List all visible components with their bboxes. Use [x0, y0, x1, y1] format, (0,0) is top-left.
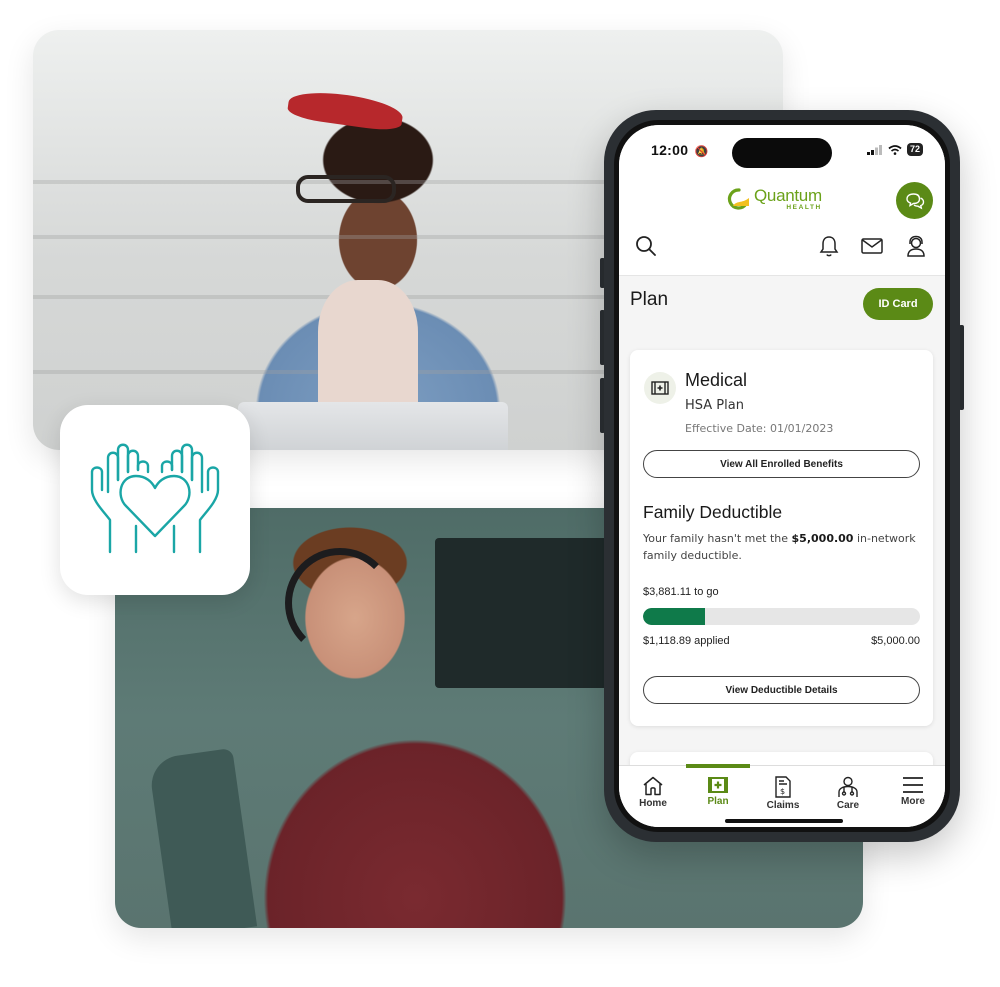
time-text: 12:00 [651, 142, 689, 158]
status-time: 12:00 🔕 [651, 142, 709, 158]
phone-screen: 12:00 🔕 72 Quantum HEALTH Plan ID Card M… [619, 125, 945, 827]
laptop [238, 402, 508, 450]
deductible-remaining: $3,881.11 to go [643, 586, 719, 598]
medical-plan-card: Medical HSA Plan Effective Date: 01/01/2… [630, 350, 933, 726]
headband [286, 87, 405, 133]
tab-claims[interactable]: $ Claims [751, 766, 815, 816]
app-header: Quantum HEALTH [619, 173, 945, 276]
care-team-icon [838, 776, 858, 797]
hamburger-menu-icon [903, 777, 923, 793]
tab-label: More [901, 796, 925, 807]
logo-name: Quantum [754, 186, 822, 205]
search-icon [636, 236, 656, 256]
view-all-benefits-button[interactable]: View All Enrolled Benefits [643, 450, 920, 478]
chat-button[interactable] [896, 182, 933, 219]
view-deductible-details-button[interactable]: View Deductible Details [643, 676, 920, 704]
wifi-icon [888, 144, 902, 155]
deductible-title: Family Deductible [643, 502, 783, 522]
medical-plan-icon [708, 777, 728, 793]
tab-label: Claims [766, 800, 800, 811]
home-icon [643, 776, 663, 796]
phone-mockup: 12:00 🔕 72 Quantum HEALTH Plan ID Card M… [604, 110, 960, 842]
tab-label: Care [836, 800, 860, 811]
dynamic-island [732, 138, 832, 168]
plan-content: Plan ID Card Medical HSA Plan Effective … [619, 276, 945, 812]
logo-wordmark: Quantum HEALTH [754, 187, 822, 212]
svg-text:$: $ [780, 787, 785, 796]
claim-document-icon: $ [775, 776, 791, 798]
desc-amount: $5,000.00 [791, 532, 854, 545]
home-indicator [725, 819, 843, 823]
plan-type-title: Medical [685, 370, 748, 390]
deductible-applied: $1,118.89 applied [643, 635, 730, 647]
glasses [296, 175, 396, 203]
logo-mark-icon [727, 188, 749, 210]
status-bar: 12:00 🔕 72 [619, 125, 945, 173]
headset [285, 548, 395, 658]
logo-sub: HEALTH [786, 204, 822, 211]
id-card-button[interactable]: ID Card [863, 288, 933, 320]
deductible-total: $5,000.00 [871, 635, 920, 647]
deductible-progress-bar [643, 608, 920, 625]
plan-name: HSA Plan [685, 398, 744, 413]
tab-plan[interactable]: Plan [686, 764, 750, 816]
tab-home[interactable]: Home [621, 766, 685, 816]
notifications-button[interactable] [816, 233, 842, 259]
battery-indicator: 72 [906, 143, 923, 156]
support-agent-icon [907, 235, 925, 257]
active-tab-indicator [686, 764, 750, 768]
chair [147, 747, 258, 928]
heart-in-hands-icon [90, 443, 220, 554]
care-tile [60, 405, 250, 595]
signal-icon [866, 144, 882, 155]
header-icon-row [619, 233, 945, 265]
bottom-tab-bar: Home Plan $ Claims Care More [619, 764, 945, 827]
phone-bezel: 12:00 🔕 72 Quantum HEALTH Plan ID Card M… [614, 120, 950, 832]
status-indicators: 72 [866, 143, 923, 156]
tab-more[interactable]: More [881, 766, 945, 816]
page-title: Plan [630, 289, 669, 310]
tab-label: Plan [707, 796, 729, 807]
quantum-health-logo[interactable]: Quantum HEALTH [727, 187, 822, 212]
shirt [318, 280, 418, 410]
tab-label: Home [639, 798, 667, 809]
desc-prefix: Your family hasn't met the [643, 532, 792, 545]
effective-date: Effective Date: 01/01/2023 [685, 422, 834, 435]
deductible-progress-fill [643, 608, 705, 625]
medical-icon-badge [644, 372, 676, 404]
deductible-description: Your family hasn't met the $5,000.00 in-… [643, 530, 918, 564]
bell-slash-icon: 🔕 [694, 146, 709, 158]
messages-button[interactable] [859, 233, 885, 259]
bell-icon [819, 236, 839, 257]
tab-care[interactable]: Care [816, 766, 880, 816]
support-button[interactable] [903, 233, 929, 259]
search-button[interactable] [633, 233, 659, 259]
chat-bubbles-icon [905, 192, 924, 209]
medical-plan-icon [651, 381, 669, 395]
mail-icon [861, 238, 883, 254]
